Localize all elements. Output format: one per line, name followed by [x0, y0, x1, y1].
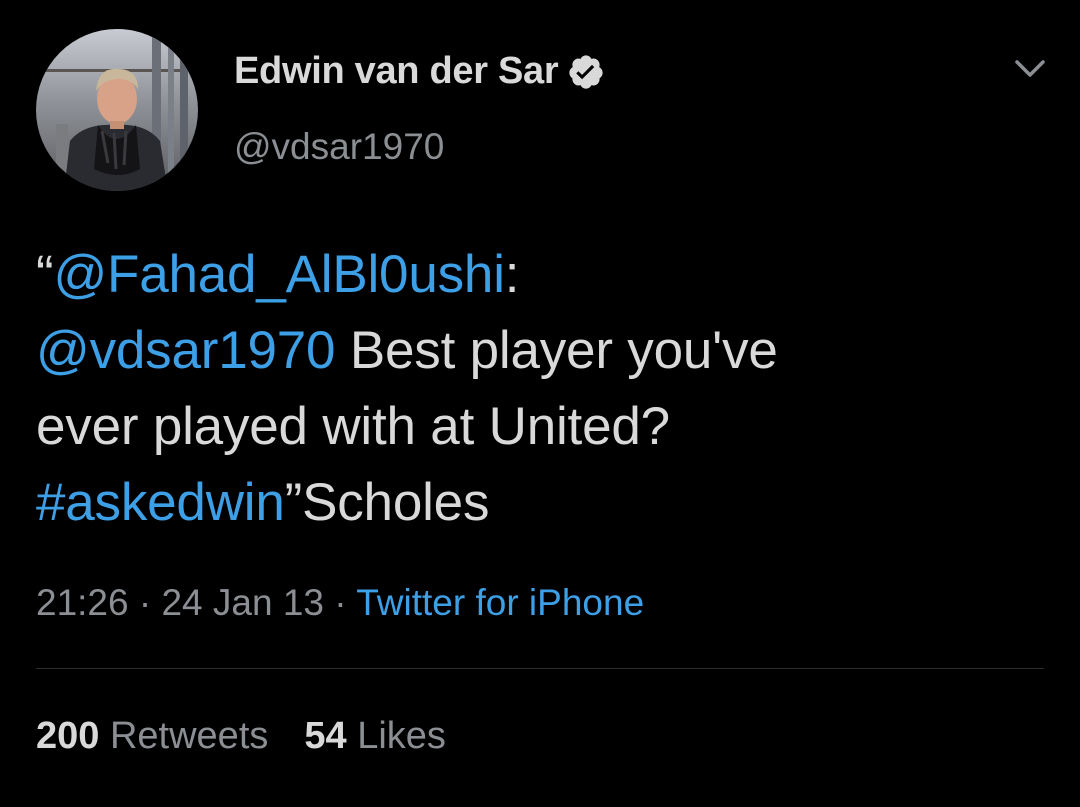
tweet-text: “@Fahad_AlBl0ushi: @vdsar1970 Best playe…	[36, 237, 1046, 541]
username[interactable]: @vdsar1970	[234, 126, 444, 168]
tweet-line: “@Fahad_AlBl0ushi:	[36, 237, 1046, 313]
retweets-stat[interactable]: 200 Retweets	[36, 715, 268, 757]
likes-count: 54	[304, 715, 347, 757]
tweet-line: @vdsar1970 Best player you've	[36, 313, 1046, 389]
author-row: Edwin van der Sar	[234, 50, 605, 93]
verified-badge-icon	[567, 53, 605, 91]
display-name[interactable]: Edwin van der Sar	[234, 50, 559, 93]
meta-separator: ·	[324, 582, 357, 623]
tweet-detail: Edwin van der Sar @vdsar1970 “@Fahad_AlB…	[0, 0, 1080, 807]
tweet-text-segment: :	[504, 245, 520, 304]
open-quote: “	[36, 245, 54, 304]
tweet-time[interactable]: 21:26	[36, 582, 129, 623]
likes-label: Likes	[357, 715, 446, 757]
mention-link[interactable]: @vdsar1970	[36, 321, 336, 380]
tweet-meta: 21:26 · 24 Jan 13 · Twitter for iPhone	[36, 582, 644, 624]
profile-photo	[36, 29, 198, 191]
tweet-date[interactable]: 24 Jan 13	[161, 582, 324, 623]
likes-stat[interactable]: 54 Likes	[304, 715, 446, 757]
tweet-stats: 200 Retweets 54 Likes	[36, 715, 446, 758]
avatar[interactable]	[36, 29, 198, 191]
divider	[36, 668, 1044, 669]
tweet-text-segment: ”Scholes	[284, 473, 490, 532]
tweet-line: #askedwin”Scholes	[36, 465, 1046, 541]
meta-separator: ·	[128, 582, 162, 623]
tweet-line: ever played with at United?	[36, 397, 670, 456]
retweets-label: Retweets	[109, 715, 269, 757]
hashtag-link[interactable]: #askedwin	[36, 473, 285, 532]
tweet-text-segment: Best player you've	[335, 321, 778, 380]
mention-link[interactable]: @Fahad_AlBl0ushi	[53, 245, 505, 304]
tweet-source-link[interactable]: Twitter for iPhone	[356, 582, 644, 623]
retweets-count: 200	[36, 715, 100, 757]
chevron-down-icon[interactable]	[1011, 56, 1049, 82]
